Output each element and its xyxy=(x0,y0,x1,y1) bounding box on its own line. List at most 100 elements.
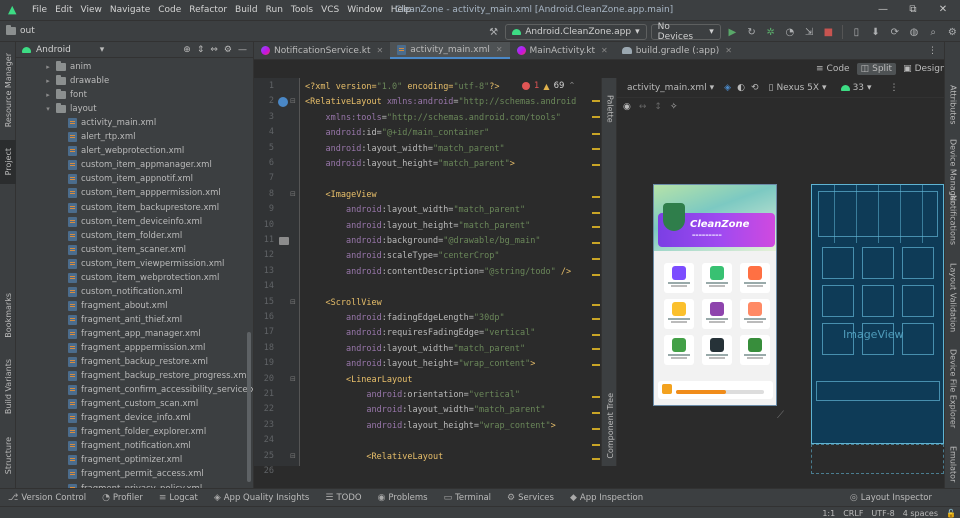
tab-resource-manager[interactable]: Resource Manager xyxy=(0,48,16,132)
gear-icon[interactable]: ⚙ xyxy=(224,45,232,55)
inspection-widget[interactable]: 1 ▲ 69 ⌃ xyxy=(522,81,576,91)
editor-tab[interactable]: NotificationService.kt ✕ xyxy=(254,42,390,59)
class-gutter-icon[interactable] xyxy=(278,97,288,108)
tab-component-tree[interactable]: Component Tree xyxy=(602,390,618,462)
warning-marker[interactable] xyxy=(592,458,600,460)
tree-file[interactable]: custom_item_appnotif.xml xyxy=(68,172,193,186)
warning-marker[interactable] xyxy=(592,226,600,228)
tree-file[interactable]: fragment_folder_explorer.xml xyxy=(68,425,206,439)
tree-file[interactable]: custom_notification.xml xyxy=(68,285,183,299)
locate-icon[interactable]: ⊕ xyxy=(183,45,191,55)
line-separator[interactable]: CRLF xyxy=(843,509,863,518)
tree-file[interactable]: custom_item_scaner.xml xyxy=(68,243,186,257)
menu-refactor[interactable]: Refactor xyxy=(185,0,231,20)
sync-gradle-icon[interactable]: ⟳ xyxy=(887,24,902,40)
warning-marker[interactable] xyxy=(592,444,600,446)
tree-file[interactable]: custom_item_apppermission.xml xyxy=(68,186,221,200)
project-view-dropdown[interactable]: Android xyxy=(36,45,71,55)
tree-folder-anim[interactable]: ▸ anim xyxy=(44,60,91,74)
warning-marker[interactable] xyxy=(592,242,600,244)
bottom-tab-app-quality-insights[interactable]: ◈ App Quality Insights xyxy=(206,493,318,503)
editor-tab[interactable]: activity_main.xml ✕ xyxy=(390,42,510,59)
chevron-right-icon[interactable]: ▸ xyxy=(44,63,52,71)
tab-build-variants[interactable]: Build Variants xyxy=(0,354,16,420)
bottom-tab-version-control[interactable]: ⎇ Version Control xyxy=(0,493,94,503)
night-mode-icon[interactable]: ◐ xyxy=(737,83,745,93)
close-icon[interactable]: ✕ xyxy=(377,46,384,55)
tree-file[interactable]: fragment_confirm_accessibility_service.x… xyxy=(68,383,253,397)
editor-tab[interactable]: build.gradle (:app) ✕ xyxy=(615,42,739,59)
fold-icon[interactable]: ⊟ xyxy=(290,375,296,383)
chevron-right-icon[interactable]: ▸ xyxy=(44,77,52,85)
tree-file[interactable]: fragment_backup_restore.xml xyxy=(68,355,208,369)
menu-build[interactable]: Build xyxy=(231,0,262,20)
tree-file[interactable]: fragment_notification.xml xyxy=(68,439,191,453)
tab-device-file-explorer[interactable]: Device File Explorer xyxy=(945,344,960,434)
hide-icon[interactable]: — xyxy=(238,45,247,55)
tree-file[interactable]: activity_main.xml xyxy=(68,116,156,130)
close-icon[interactable]: ✕ xyxy=(496,45,503,54)
warning-marker[interactable] xyxy=(592,428,600,430)
tab-structure[interactable]: Structure xyxy=(0,432,16,480)
menu-edit[interactable]: Edit xyxy=(51,0,76,20)
tree-file[interactable]: fragment_apppermission.xml xyxy=(68,341,205,355)
tree-file[interactable]: fragment_about.xml xyxy=(68,299,167,313)
menu-vcs[interactable]: VCS xyxy=(317,0,343,20)
restore-button[interactable]: ⧉ xyxy=(898,0,928,20)
collapse-all-icon[interactable]: ⇔ xyxy=(210,45,218,55)
bottom-tab-todo[interactable]: ☰ TODO xyxy=(317,493,369,503)
tree-folder-drawable[interactable]: ▸ drawable xyxy=(44,74,109,88)
chevron-down-icon[interactable]: ▾ xyxy=(44,105,52,113)
tree-file[interactable]: fragment_device_info.xml xyxy=(68,411,191,425)
run-config-dropdown[interactable]: Android.CleanZone.app ▾ xyxy=(505,24,647,40)
bottom-tab-logcat[interactable]: ≡ Logcat xyxy=(151,493,206,503)
settings-icon[interactable]: ⚙ xyxy=(945,24,960,40)
resize-handle-icon[interactable]: ⟋ xyxy=(777,410,784,421)
menu-navigate[interactable]: Navigate xyxy=(106,0,154,20)
bottom-tab-problems[interactable]: ◉ Problems xyxy=(370,493,436,503)
warning-marker[interactable] xyxy=(592,396,600,398)
warning-marker[interactable] xyxy=(592,258,600,260)
tree-file[interactable]: fragment_anti_thief.xml xyxy=(68,313,182,327)
menu-view[interactable]: View xyxy=(77,0,106,20)
lock-icon[interactable]: 🔓 xyxy=(946,509,956,518)
orientation-icon[interactable]: ⟲ xyxy=(751,83,759,93)
expand-all-icon[interactable]: ⇕ xyxy=(197,45,205,55)
account-icon[interactable]: ◍ xyxy=(906,24,921,40)
fold-icon[interactable]: ⊟ xyxy=(290,452,296,460)
project-breadcrumb[interactable]: out xyxy=(6,25,35,36)
warning-marker[interactable] xyxy=(592,304,600,306)
warning-marker[interactable] xyxy=(592,318,600,320)
bottom-tab-terminal[interactable]: ▭ Terminal xyxy=(436,493,499,503)
profile-icon[interactable]: ◔ xyxy=(782,24,797,40)
menu-tools[interactable]: Tools xyxy=(287,0,317,20)
close-icon[interactable]: ✕ xyxy=(725,46,732,55)
tree-file[interactable]: custom_item_folder.xml xyxy=(68,229,182,243)
blueprint-preview[interactable] xyxy=(811,184,944,444)
eye-icon[interactable]: ◉ xyxy=(623,102,631,112)
tab-attributes[interactable]: Attributes xyxy=(945,70,960,140)
layers-icon[interactable]: ◈ xyxy=(724,83,731,93)
minimize-button[interactable]: — xyxy=(868,0,898,20)
tree-file[interactable]: custom_item_viewpermission.xml xyxy=(68,257,224,271)
margins-icon[interactable]: ↔ xyxy=(639,102,647,112)
tree-file[interactable]: custom_item_deviceinfo.xml xyxy=(68,215,202,229)
infer-constraints-icon[interactable]: ↕ xyxy=(654,102,662,112)
tree-file[interactable]: custom_item_backuprestore.xml xyxy=(68,201,219,215)
caret-position[interactable]: 1:1 xyxy=(822,509,835,518)
tree-file[interactable]: fragment_permit_access.xml xyxy=(68,467,204,481)
magic-wand-icon[interactable]: ✧ xyxy=(670,102,678,112)
menu-file[interactable]: File xyxy=(28,0,51,20)
code-editor[interactable]: <?xml version="1.0" encoding="utf-8"?> <R… xyxy=(301,78,591,466)
warning-marker[interactable] xyxy=(592,196,600,198)
warning-marker[interactable] xyxy=(592,164,600,166)
tab-bookmarks[interactable]: Bookmarks xyxy=(0,290,16,340)
menu-window[interactable]: Window xyxy=(343,0,387,20)
layout-file-dropdown[interactable]: activity_main.xml ▾ xyxy=(623,82,718,94)
tab-palette[interactable]: Palette xyxy=(602,84,618,134)
attach-debugger-icon[interactable]: ⇲ xyxy=(802,24,817,40)
tree-file[interactable]: fragment_optimizer.xml xyxy=(68,453,182,467)
apply-changes-icon[interactable]: ↻ xyxy=(744,24,759,40)
warning-marker[interactable] xyxy=(592,364,600,366)
warning-marker[interactable] xyxy=(592,100,600,102)
